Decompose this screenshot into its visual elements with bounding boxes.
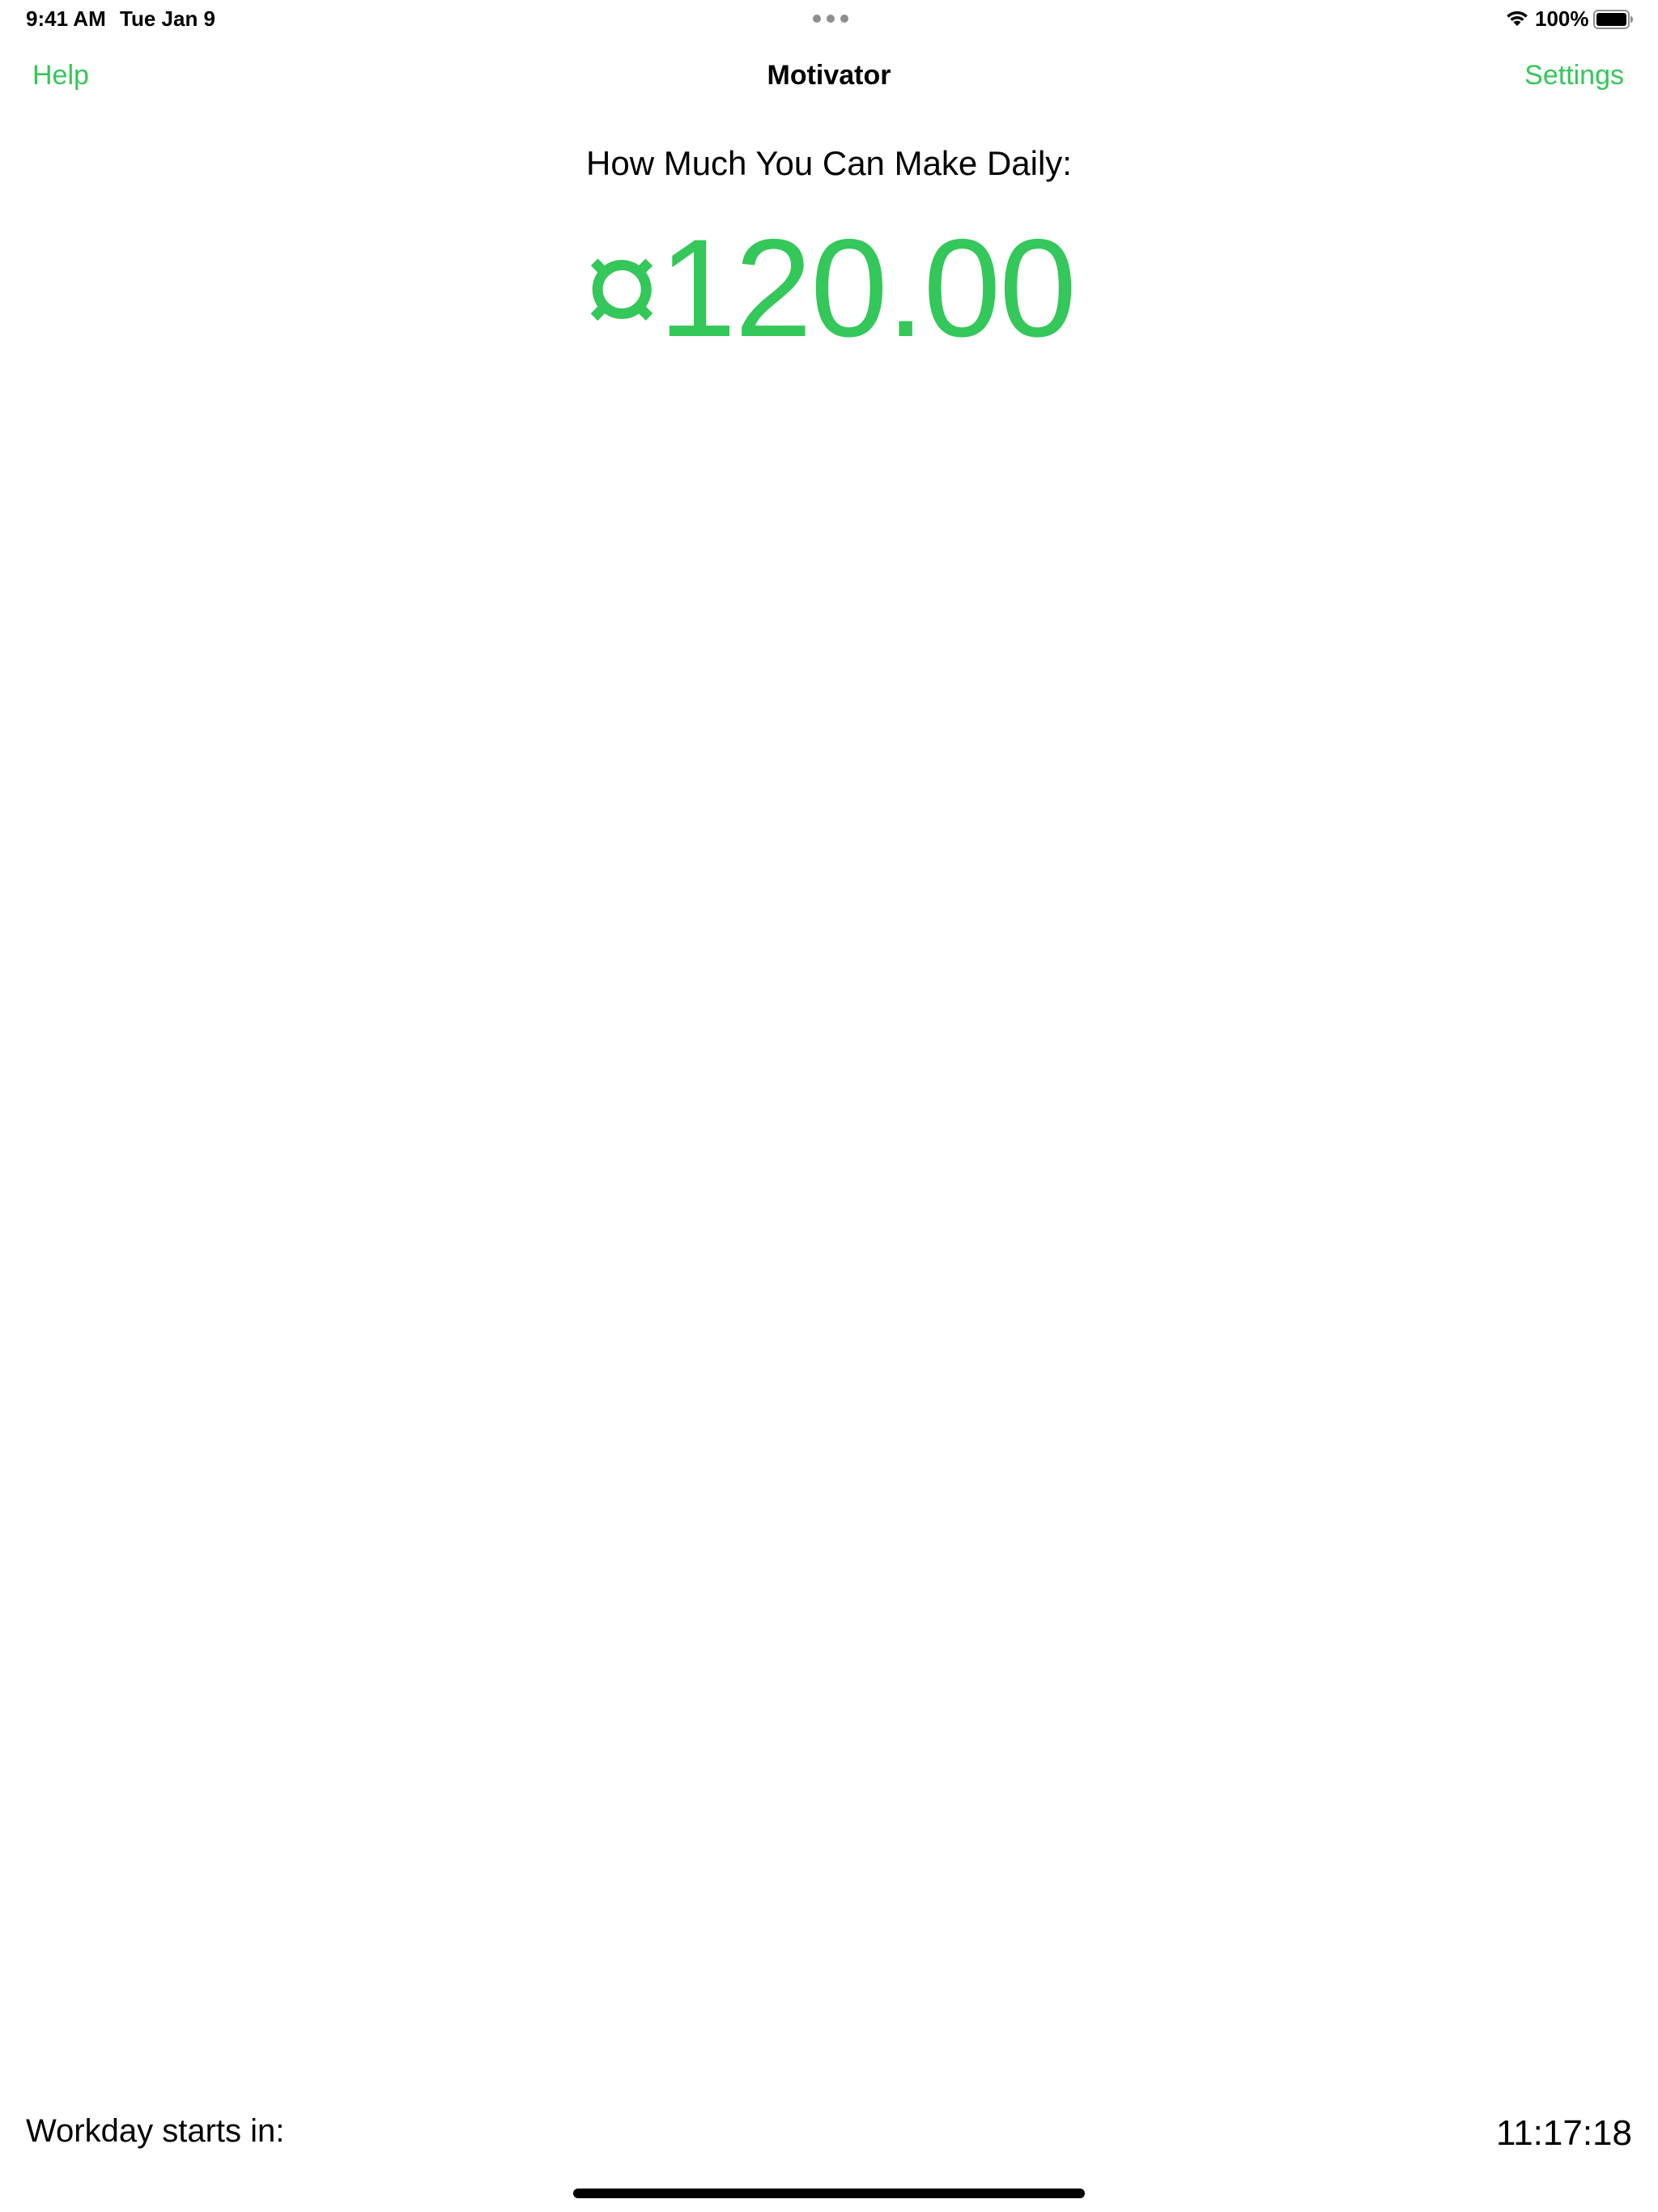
navigation-bar: Help Motivator Settings bbox=[0, 49, 1658, 113]
workday-countdown: 11:17:18 bbox=[1495, 2113, 1632, 2153]
daily-earnings-label: How Much You Can Make Daily: bbox=[586, 144, 1072, 182]
home-indicator[interactable] bbox=[573, 2189, 1085, 2198]
multitasking-dots-icon[interactable] bbox=[813, 15, 848, 23]
status-bar: 9:41 AM Tue Jan 9 100% bbox=[0, 0, 1658, 39]
battery-icon bbox=[1593, 10, 1633, 29]
daily-earnings-amount: ¤120.00 bbox=[583, 211, 1077, 366]
status-time: 9:41 AM bbox=[26, 6, 106, 31]
wifi-icon bbox=[1507, 11, 1528, 26]
workday-start-label: Workday starts in: bbox=[26, 2113, 285, 2149]
settings-button[interactable]: Settings bbox=[1524, 60, 1624, 91]
page-title: Motivator bbox=[767, 60, 891, 91]
status-date: Tue Jan 9 bbox=[120, 6, 216, 31]
battery-percentage: 100% bbox=[1535, 6, 1589, 31]
